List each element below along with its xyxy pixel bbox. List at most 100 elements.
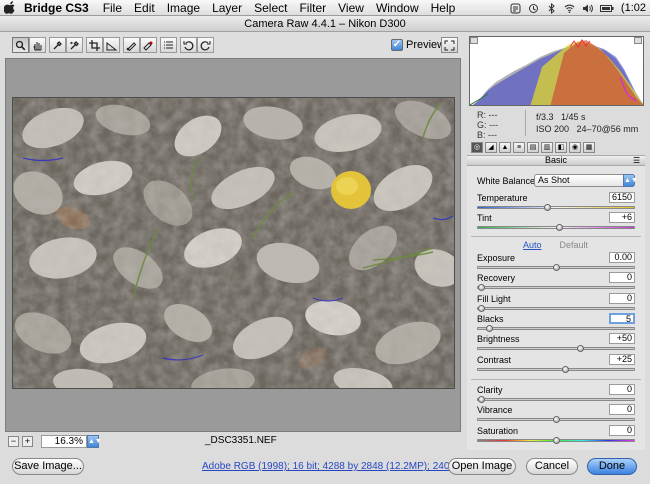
cancel-button[interactable]: Cancel [526, 458, 578, 475]
highlight-clipping-warning[interactable] [634, 37, 642, 44]
tab-detail[interactable]: ▲ [499, 141, 511, 153]
menu-select[interactable]: Select [248, 1, 293, 15]
color-sampler-tool-button[interactable] [66, 37, 83, 53]
shadow-clipping-warning[interactable] [470, 37, 478, 44]
menu-image[interactable]: Image [161, 1, 206, 15]
fill-light-slider-track[interactable] [477, 305, 635, 312]
apple-menu-icon[interactable] [4, 1, 16, 14]
recovery-slider-track[interactable] [477, 284, 635, 291]
fullscreen-button[interactable] [441, 37, 458, 53]
brightness-value-field[interactable]: +50 [609, 333, 635, 344]
done-button[interactable]: Done [587, 458, 637, 475]
straighten-tool-button[interactable] [103, 37, 120, 53]
menu-layer[interactable]: Layer [206, 1, 248, 15]
menu-view[interactable]: View [332, 1, 370, 15]
tab-presets[interactable]: ◉ [569, 141, 581, 153]
preferences-button[interactable] [160, 37, 177, 53]
blacks-value-field[interactable]: 5 [609, 313, 635, 324]
temperature-value-field[interactable]: 6150 [609, 192, 635, 203]
tab-tone-curve[interactable]: ◢ [485, 141, 497, 153]
tint-value-field[interactable]: +6 [609, 212, 635, 223]
divider [471, 236, 641, 237]
straighten-icon [106, 41, 117, 50]
temperature-slider-track[interactable] [477, 204, 635, 211]
zoom-tool-button[interactable] [12, 37, 29, 53]
brightness-label: Brightness [477, 334, 520, 344]
contrast-slider-thumb[interactable] [562, 366, 569, 373]
tab-snapshots[interactable]: ▦ [583, 141, 595, 153]
volume-icon[interactable] [582, 3, 593, 14]
retouch-tool-button[interactable] [123, 37, 140, 53]
tab-split-toning[interactable]: ▤ [527, 141, 539, 153]
tab-camera-calibration[interactable]: ◧ [555, 141, 567, 153]
eyedropper-icon [53, 40, 62, 49]
wifi-icon[interactable] [564, 3, 575, 14]
menu-edit[interactable]: Edit [128, 1, 161, 15]
saturation-value-field[interactable]: 0 [609, 425, 635, 436]
blacks-slider-thumb[interactable] [485, 325, 493, 332]
white-balance-value: As Shot [538, 175, 570, 185]
contrast-slider-track[interactable] [477, 366, 635, 373]
red-eye-tool-button[interactable] [140, 37, 157, 53]
tab-lens-corrections[interactable]: ▥ [541, 141, 553, 153]
workflow-options-link[interactable]: Adobe RGB (1998); 16 bit; 4288 by 2848 (… [202, 461, 466, 472]
zoom-in-button[interactable]: + [22, 435, 33, 447]
vibrance-slider-thumb[interactable] [553, 416, 560, 423]
saturation-slider-track[interactable] [477, 437, 635, 444]
brush-icon [126, 41, 137, 51]
recovery-slider-thumb[interactable] [478, 284, 485, 291]
crop-tool-button[interactable] [86, 37, 103, 53]
save-image-button[interactable]: Save Image... [12, 458, 84, 475]
script-menu-icon[interactable] [510, 3, 521, 14]
fill-light-value-field[interactable]: 0 [609, 293, 635, 304]
temperature-slider-thumb[interactable] [544, 204, 551, 211]
clarity-value-field[interactable]: 0 [609, 384, 635, 395]
blacks-slider-track[interactable] [477, 325, 635, 332]
vibrance-slider-track[interactable] [477, 416, 635, 423]
menu-app-name[interactable]: Bridge CS3 [16, 1, 97, 15]
bluetooth-icon[interactable] [546, 2, 557, 14]
zoom-level-select[interactable]: 16.3% ▲▼ [41, 434, 102, 448]
clarity-slider-row: Clarity 0 [477, 384, 635, 405]
contrast-value-field[interactable]: +25 [609, 354, 635, 365]
saturation-slider-thumb[interactable] [553, 437, 560, 444]
clarity-slider-thumb[interactable] [478, 396, 485, 403]
panel-menu-icon[interactable]: ☰ [633, 156, 640, 165]
exposure-slider-thumb[interactable] [553, 264, 560, 271]
preview-checkbox[interactable]: ✓ [391, 39, 403, 51]
raw-image-preview[interactable] [12, 97, 455, 389]
sync-icon[interactable] [528, 3, 539, 14]
tint-slider-thumb[interactable] [556, 224, 563, 231]
menu-filter[interactable]: Filter [293, 1, 332, 15]
tint-slider-track[interactable] [477, 224, 635, 231]
menubar-clock[interactable]: (1:02 [621, 2, 646, 14]
fill-light-slider-thumb[interactable] [478, 305, 485, 312]
zoom-out-button[interactable]: − [8, 435, 19, 447]
brightness-slider-track[interactable] [477, 345, 635, 352]
tab-basic[interactable]: ◎ [471, 141, 483, 153]
exposure-slider-track[interactable] [477, 264, 635, 271]
vibrance-value-field[interactable]: 0 [609, 404, 635, 415]
menu-file[interactable]: File [97, 1, 128, 15]
hand-tool-button[interactable] [29, 37, 46, 53]
auto-button[interactable]: Auto [523, 240, 542, 250]
white-balance-tool-button[interactable] [49, 37, 66, 53]
image-preview-area[interactable] [5, 58, 461, 432]
open-image-button[interactable]: Open Image [448, 458, 516, 475]
default-button[interactable]: Default [560, 240, 589, 250]
menu-window[interactable]: Window [370, 1, 425, 15]
menu-help[interactable]: Help [425, 1, 462, 15]
recovery-value-field[interactable]: 0 [609, 272, 635, 283]
battery-icon[interactable] [599, 3, 614, 14]
red-readout: R: --- [477, 110, 498, 120]
zoom-bar: − + 16.3% ▲▼ _DSC3351.NEF [5, 432, 461, 450]
rotate-left-button[interactable] [180, 37, 197, 53]
rotate-right-button[interactable] [197, 37, 214, 53]
preview-label: Preview [406, 39, 446, 51]
white-balance-select[interactable]: As Shot ▲▼ [534, 174, 638, 187]
exposure-value-field[interactable]: 0.00 [609, 252, 635, 263]
preview-toggle[interactable]: ✓ Preview [391, 39, 445, 51]
clarity-slider-track[interactable] [477, 396, 635, 403]
tab-hsl[interactable]: ≡ [513, 141, 525, 153]
brightness-slider-thumb[interactable] [577, 345, 584, 352]
